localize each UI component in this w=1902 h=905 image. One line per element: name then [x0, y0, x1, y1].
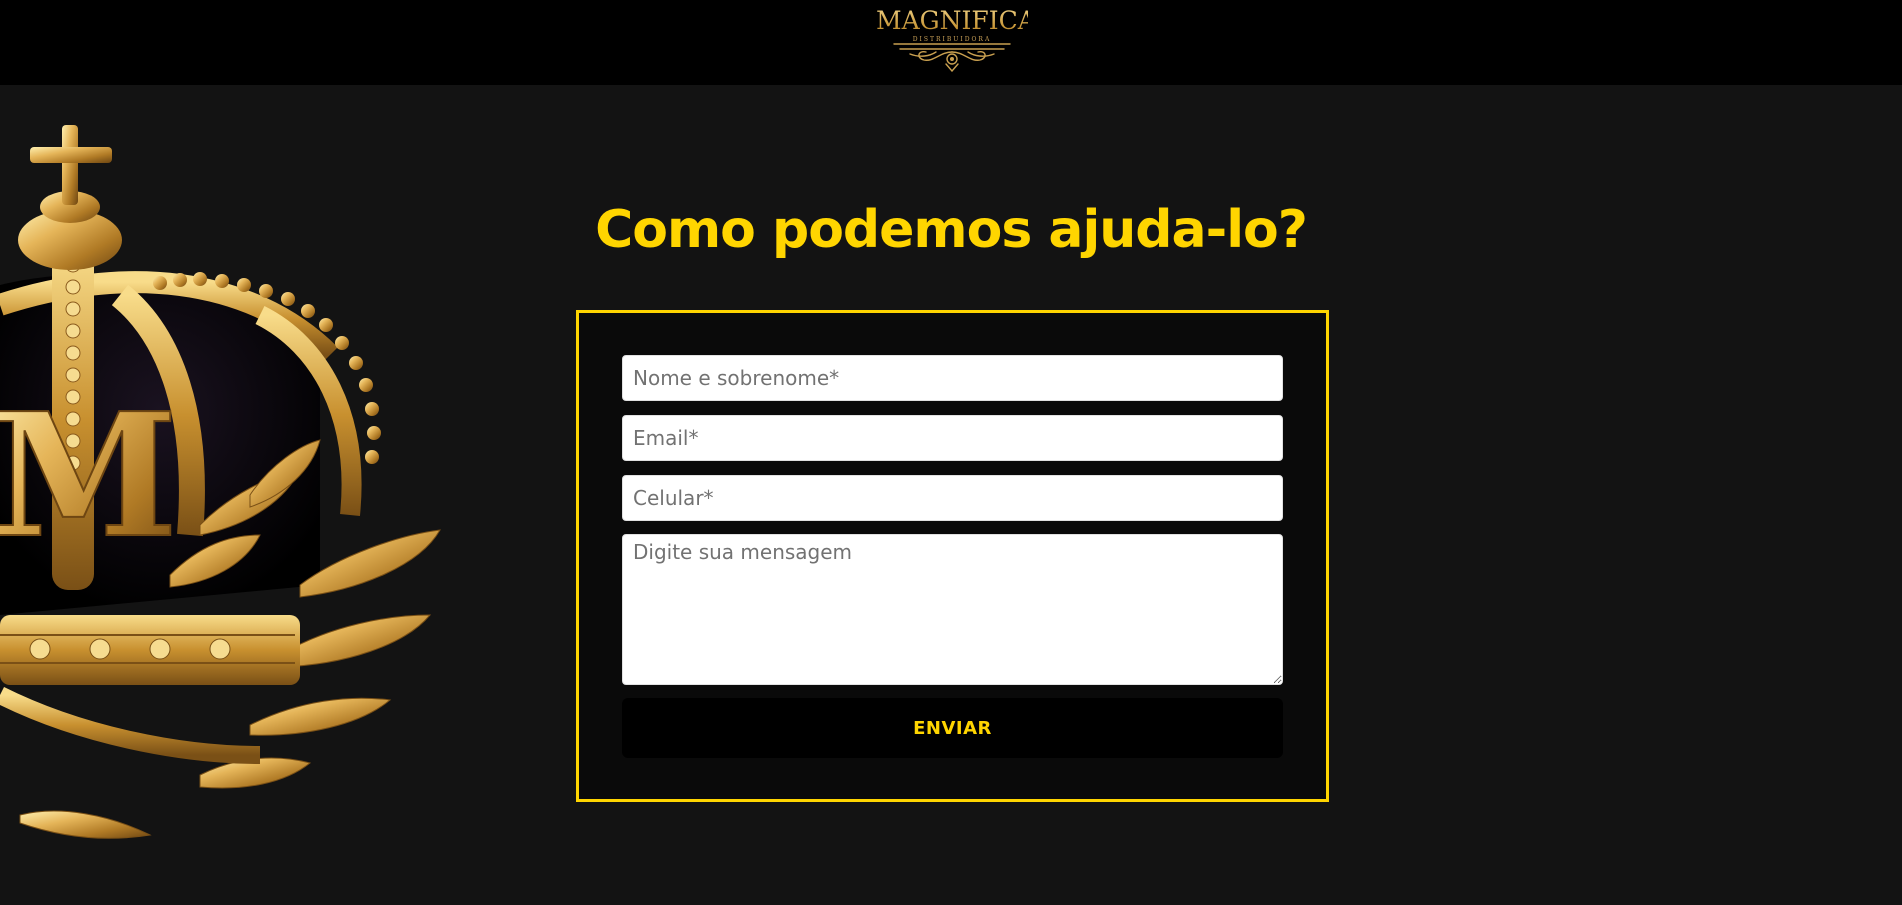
name-field[interactable] [622, 355, 1283, 401]
brand-logo[interactable]: MAGNIFICAT DISTRIBUIDORA [876, 6, 1052, 72]
logo-wordmark: MAGNIFICAT [876, 6, 1052, 35]
message-field[interactable] [622, 534, 1283, 685]
submit-button[interactable]: ENVIAR [622, 698, 1283, 758]
email-field[interactable] [622, 415, 1283, 461]
phone-field[interactable] [622, 475, 1283, 521]
ornament-icon [893, 43, 1011, 72]
page-heading: Como podemos ajuda-lo? [595, 200, 1308, 260]
contact-form: ENVIAR [576, 310, 1329, 802]
svg-text:M: M [0, 376, 178, 576]
top-bar: MAGNIFICAT DISTRIBUIDORA [0, 0, 1902, 85]
